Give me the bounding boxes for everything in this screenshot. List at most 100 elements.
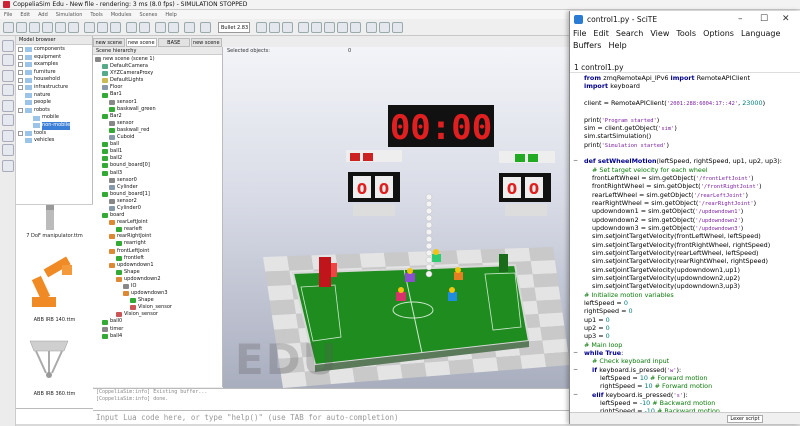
engine-icon[interactable] (200, 22, 211, 33)
fold-marker-icon[interactable] (573, 258, 579, 264)
fold-marker-icon[interactable] (573, 217, 579, 223)
code-line[interactable]: from zmqRemoteApi_IPv6 import RemoteAPIC… (570, 74, 800, 82)
lexer-select[interactable]: Lexer script (727, 415, 763, 423)
scite-menu-file[interactable]: File (573, 28, 586, 40)
scene-object-row[interactable]: IO (95, 283, 220, 290)
scite-menu-edit[interactable]: Edit (593, 28, 609, 40)
menu-modules[interactable]: Modules (107, 12, 136, 18)
code-line[interactable]: frontRightWheel = sim.getObject('/frontR… (570, 182, 800, 190)
scene-object-row[interactable]: updowndown2 (95, 276, 220, 283)
calc-module-icon[interactable] (392, 22, 403, 33)
slower-icon[interactable] (311, 22, 322, 33)
fold-marker-icon[interactable] (573, 233, 579, 239)
scene-object-row[interactable]: Bar1 (95, 91, 220, 98)
scene-object-row[interactable]: updowndown3 (95, 290, 220, 297)
scene-object-row[interactable]: bound_board[1] (95, 191, 220, 198)
camera-pan-icon[interactable] (3, 22, 14, 33)
fold-marker-icon[interactable] (573, 242, 579, 248)
scite-menu-language[interactable]: Language (741, 28, 780, 40)
faster-icon[interactable] (324, 22, 335, 33)
scite-menu-search[interactable]: Search (616, 28, 643, 40)
scene-object-row[interactable]: Vision_sensor (95, 304, 220, 311)
fit-to-view-icon[interactable] (68, 22, 79, 33)
fold-marker-icon[interactable] (573, 183, 579, 189)
dynamics-icon[interactable] (184, 22, 195, 33)
code-line[interactable]: sim = client.getObject('sim') (570, 124, 800, 132)
code-line[interactable]: leftSpeed = -10 # Backward motion (570, 399, 800, 407)
stop-simulation-icon[interactable] (282, 22, 293, 33)
scite-menu-options[interactable]: Options (703, 28, 734, 40)
scene-object-row[interactable]: bound_board[0] (95, 162, 220, 169)
code-line[interactable]: import keyboard (570, 82, 800, 90)
model-folder-components[interactable]: components (18, 46, 90, 54)
scene-object-row[interactable]: sensor2 (95, 198, 220, 205)
menu-scenes[interactable]: Scenes (136, 12, 162, 18)
scene-object-row[interactable]: ball2 (95, 155, 220, 162)
fold-marker-icon[interactable] (573, 375, 579, 381)
code-line[interactable]: updowndown3 = sim.getObject('/updowndown… (570, 224, 800, 232)
model-folder-infrastructure[interactable]: infrastructure (18, 84, 90, 92)
fold-marker-icon[interactable] (573, 400, 579, 406)
abb-irb140-thumbnail[interactable] (31, 256, 72, 307)
fold-marker-icon[interactable] (573, 83, 579, 89)
code-line[interactable]: − while True: (570, 349, 800, 357)
scene-object-row[interactable]: sensor1 (95, 99, 220, 106)
redo-icon[interactable] (168, 22, 179, 33)
scene-object-row[interactable]: Cylinder (95, 184, 220, 191)
scene-tab-4[interactable]: new scene (190, 38, 222, 47)
scene-object-row[interactable]: rearRightJoint (95, 233, 220, 240)
scene-object-row[interactable]: Vision_sensor (95, 311, 220, 318)
fold-marker-icon[interactable] (573, 325, 579, 331)
fold-marker-icon[interactable] (573, 142, 579, 148)
scripts-icon[interactable] (2, 114, 14, 126)
scene-selector-icon[interactable] (379, 22, 390, 33)
fold-marker-icon[interactable] (573, 208, 579, 214)
fold-marker-icon[interactable] (573, 175, 579, 181)
expand-toggle-icon[interactable] (18, 54, 23, 60)
scene-tab-2[interactable]: new scene (125, 38, 157, 47)
code-line[interactable]: sim.setJointTargetVelocity(rearRightWhee… (570, 257, 800, 265)
code-line[interactable]: sim.setJointTargetVelocity(updowndown2,u… (570, 274, 800, 282)
maximize-icon[interactable]: ☐ (760, 14, 768, 24)
click-select-icon[interactable] (84, 22, 95, 33)
code-line[interactable]: # Main loop (570, 341, 800, 349)
code-line[interactable]: # Set target velocity for each wheel (570, 166, 800, 174)
code-line[interactable]: up1 = 0 (570, 316, 800, 324)
camera-rotate-icon[interactable] (16, 22, 27, 33)
scene-object-row[interactable]: board (95, 212, 220, 219)
camera-angle-icon[interactable] (55, 22, 66, 33)
scene-object-row[interactable]: Shape (95, 269, 220, 276)
code-line[interactable]: # Initialize motion variables (570, 291, 800, 299)
scene-object-row[interactable]: updowndown1 (95, 262, 220, 269)
scene-object-row[interactable]: ball3 (95, 170, 220, 177)
scite-menu-buffers[interactable]: Buffers (573, 40, 601, 52)
expand-toggle-icon[interactable] (18, 47, 23, 53)
toggle-visualization-icon[interactable] (350, 22, 361, 33)
scene-object-row[interactable]: Shape (95, 297, 220, 304)
menu-edit[interactable]: Edit (16, 12, 34, 18)
fold-marker-icon[interactable] (573, 200, 579, 206)
fold-marker-icon[interactable] (573, 342, 579, 348)
scene-object-row[interactable]: DefaultLights (95, 77, 220, 84)
fold-marker-icon[interactable] (573, 300, 579, 306)
abb-irb360-thumbnail[interactable] (29, 340, 69, 378)
fold-marker-icon[interactable] (573, 283, 579, 289)
undo-icon[interactable] (155, 22, 166, 33)
expand-toggle-icon[interactable] (18, 85, 23, 91)
code-line[interactable] (570, 91, 800, 99)
code-line[interactable]: frontLeftWheel = sim.getObject('/frontLe… (570, 174, 800, 182)
scene-object-row[interactable]: rearleft (95, 226, 220, 233)
real-time-icon[interactable] (298, 22, 309, 33)
scene-object-row[interactable]: Floor (95, 84, 220, 91)
model-browser-toggle-icon[interactable] (2, 40, 14, 52)
code-line[interactable]: rearLeftWheel = sim.getObject('/rearLeft… (570, 191, 800, 199)
assemble-icon[interactable] (126, 22, 137, 33)
code-line[interactable] (570, 149, 800, 157)
code-line[interactable]: print('Program started') (570, 116, 800, 124)
code-line[interactable]: − def setWheelMotion(leftSpeed, rightSpee… (570, 157, 800, 165)
fold-marker-icon[interactable] (573, 267, 579, 273)
code-line[interactable]: sim.setJointTargetVelocity(frontRightWhe… (570, 241, 800, 249)
fold-marker-icon[interactable] (573, 275, 579, 281)
fold-marker-icon[interactable]: − (573, 349, 579, 356)
fold-marker-icon[interactable] (573, 133, 579, 139)
